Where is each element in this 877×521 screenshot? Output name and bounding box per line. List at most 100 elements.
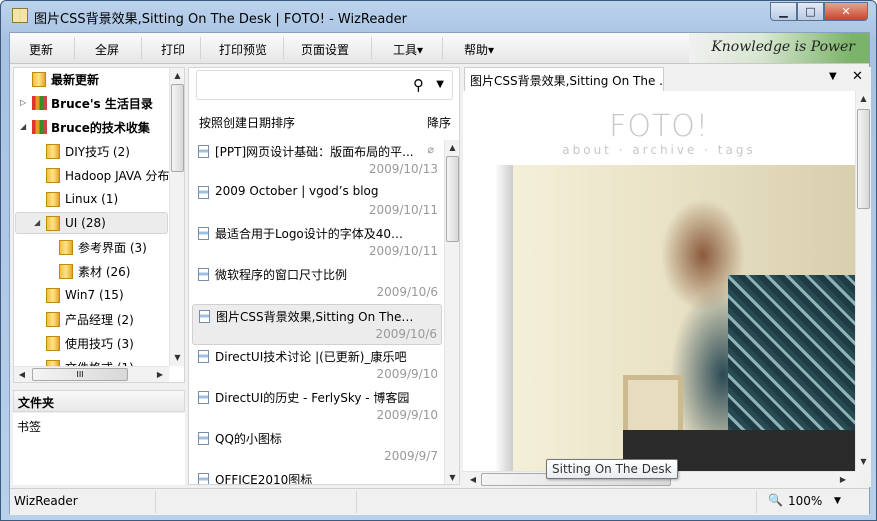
- notebook-icon: [32, 120, 47, 134]
- tree-item[interactable]: 使用技巧 (3): [46, 332, 134, 354]
- print-preview-button[interactable]: 打印预览: [219, 41, 267, 58]
- tree-horizontal-scrollbar[interactable]: ◀ III ▶: [14, 366, 169, 382]
- list-item-date: 2009/10/6: [376, 285, 438, 299]
- tree-vertical-scrollbar[interactable]: ▲ ▼: [169, 68, 184, 366]
- list-item-title: 2009 October | vgod’s blog: [215, 184, 379, 198]
- document-icon: [198, 145, 209, 158]
- document-list-panel: ⚲ ▼ 按照创建日期排序 降序 [PPT]网页设计基础：版面布局的平... ⌀ …: [188, 67, 460, 485]
- photo-image: [495, 165, 855, 471]
- viewer-panel: 图片CSS背景效果,Sitting On The ... ▼ ✕ FOTO! a…: [463, 67, 871, 487]
- folder-icon: [46, 335, 60, 351]
- list-item-title: 图片CSS背景效果,Sitting On The Desk...: [216, 310, 416, 324]
- viewer-vertical-scrollbar[interactable]: ▲ ▼: [855, 91, 871, 471]
- folders-section-header[interactable]: 文件夹: [13, 390, 185, 412]
- tree-item[interactable]: 产品经理 (2): [46, 308, 134, 330]
- document-icon: [198, 432, 209, 445]
- bookmarks-section: 书签: [13, 413, 185, 485]
- minimize-button[interactable]: ▁: [770, 2, 797, 21]
- list-item-title: 最适合用于Logo设计的字体及40个著名...: [215, 227, 415, 241]
- bookmarks-label[interactable]: 书签: [17, 420, 41, 434]
- list-item[interactable]: 微软程序的窗口尺寸比例 2009/10/6: [192, 263, 442, 304]
- document-icon: [198, 186, 209, 199]
- folder-icon: [46, 215, 60, 231]
- folder-tree: 最新更新 ▷ Bruce's 生活目录 ◢ Bruce的技术收集 DIY技巧 (…: [13, 67, 185, 383]
- document-icon: [199, 310, 210, 323]
- app-window: 图片CSS背景效果,Sitting On The Desk | FOTO! - …: [0, 0, 877, 521]
- document-icon: [198, 473, 209, 484]
- print-button[interactable]: 打印: [161, 41, 185, 58]
- list-item[interactable]: OFFICE2010图标: [192, 468, 442, 485]
- list-item-date: 2009/9/10: [376, 408, 438, 422]
- web-content: FOTO! about · archive · tags: [463, 91, 855, 471]
- zoom-dropdown-icon[interactable]: ▼: [834, 496, 841, 506]
- tree-item[interactable]: DIY技巧 (2): [46, 140, 130, 162]
- close-window-button[interactable]: ✕: [824, 2, 868, 21]
- list-item[interactable]: 2009 October | vgod’s blog 2009/10/11: [192, 181, 442, 222]
- list-item-date: 2009/9/10: [376, 367, 438, 381]
- list-item-title: [PPT]网页设计基础：版面布局的平...: [215, 145, 414, 159]
- list-item-date: 2009/9/7: [384, 449, 438, 463]
- sort-order-toggle[interactable]: 降序: [427, 114, 451, 131]
- document-icon: [198, 268, 209, 281]
- folder-icon: [46, 311, 60, 327]
- list-item-title: 微软程序的窗口尺寸比例: [215, 268, 348, 282]
- list-item-title: DirectUI的历史 - FerlySky - 博客园: [215, 391, 410, 405]
- list-item[interactable]: 图片CSS背景效果,Sitting On The Desk... 2009/10…: [192, 304, 442, 345]
- list-item-date: 2009/10/6: [375, 327, 437, 341]
- list-item-date: 2009/10/13: [368, 162, 438, 176]
- folder-icon: [46, 143, 60, 159]
- tree-item[interactable]: Win7 (15): [46, 284, 124, 306]
- search-dropdown-icon[interactable]: ▼: [436, 79, 444, 90]
- folder-icon: [59, 239, 73, 255]
- page-setup-button[interactable]: 页面设置: [301, 41, 349, 58]
- tree-item[interactable]: Linux (1): [46, 188, 118, 210]
- close-tab-icon[interactable]: ✕: [852, 69, 863, 84]
- maximize-button[interactable]: □: [797, 2, 824, 21]
- zoom-icon: 🔍: [768, 493, 783, 507]
- list-item[interactable]: DirectUI的历史 - FerlySky - 博客园 2009/9/10: [192, 386, 442, 427]
- status-app-name: WizReader: [14, 494, 78, 508]
- folder-icon: [59, 263, 73, 279]
- folder-icon: [46, 191, 60, 207]
- document-tab[interactable]: 图片CSS背景效果,Sitting On The ...: [464, 67, 664, 91]
- tree-item[interactable]: 参考界面 (3): [59, 236, 147, 258]
- list-item[interactable]: QQ的小图标 2009/9/7: [192, 427, 442, 468]
- notebook-icon: [32, 96, 47, 110]
- tree-item-latest[interactable]: 最新更新: [32, 68, 99, 90]
- search-icon[interactable]: ⚲: [413, 76, 424, 94]
- refresh-button[interactable]: 更新: [29, 41, 53, 58]
- fullscreen-button[interactable]: 全屏: [95, 41, 119, 58]
- app-book-icon: [12, 8, 28, 23]
- tree-item-ui-selected[interactable]: UI (28): [46, 212, 106, 234]
- sort-by-label[interactable]: 按照创建日期排序: [199, 114, 295, 131]
- folder-icon: [46, 287, 60, 303]
- search-input[interactable]: ⚲ ▼: [196, 70, 453, 100]
- list-vertical-scrollbar[interactable]: ▲ ▼: [444, 140, 459, 484]
- list-item-date: 2009/10/11: [368, 244, 438, 258]
- list-item-title: OFFICE2010图标: [215, 473, 313, 485]
- title-bar: 图片CSS背景效果,Sitting On The Desk | FOTO! - …: [1, 1, 876, 31]
- tree-item-tech[interactable]: Bruce的技术收集: [32, 116, 150, 138]
- folder-icon: [46, 167, 60, 183]
- attachment-icon: ⌀: [427, 143, 434, 156]
- zoom-level[interactable]: 100%: [788, 494, 822, 508]
- list-item[interactable]: DirectUI技术讨论 |(已更新)_康乐吧 2009/9/10: [192, 345, 442, 386]
- window-title: 图片CSS背景效果,Sitting On The Desk | FOTO! - …: [34, 12, 407, 27]
- tree-item-life[interactable]: Bruce's 生活目录: [32, 92, 153, 114]
- tree-item[interactable]: 素材 (26): [59, 260, 130, 282]
- document-icon: [198, 227, 209, 240]
- tree-item[interactable]: Hadoop JAVA 分布: [46, 164, 169, 186]
- tab-list-dropdown-icon[interactable]: ▼: [829, 71, 837, 82]
- tools-menu[interactable]: 工具▾: [393, 41, 423, 58]
- help-menu[interactable]: 帮助▾: [464, 41, 494, 58]
- list-item[interactable]: [PPT]网页设计基础：版面布局的平... ⌀ 2009/10/13: [192, 140, 442, 181]
- list-item[interactable]: 最适合用于Logo设计的字体及40个著名... 2009/10/11: [192, 222, 442, 263]
- list-item-date: 2009/10/11: [368, 203, 438, 217]
- document-icon: [198, 391, 209, 404]
- status-bar: WizReader 🔍 100% ▼: [10, 488, 869, 515]
- list-item-title: DirectUI技术讨论 |(已更新)_康乐吧: [215, 350, 407, 364]
- banner: Knowledge is Power: [689, 33, 869, 63]
- client-area: 更新 全屏 打印 打印预览 页面设置 工具▾ 帮助▾ Knowledge is …: [9, 32, 871, 515]
- site-nav[interactable]: about · archive · tags: [463, 143, 855, 157]
- tooltip: Sitting On The Desk: [546, 459, 678, 479]
